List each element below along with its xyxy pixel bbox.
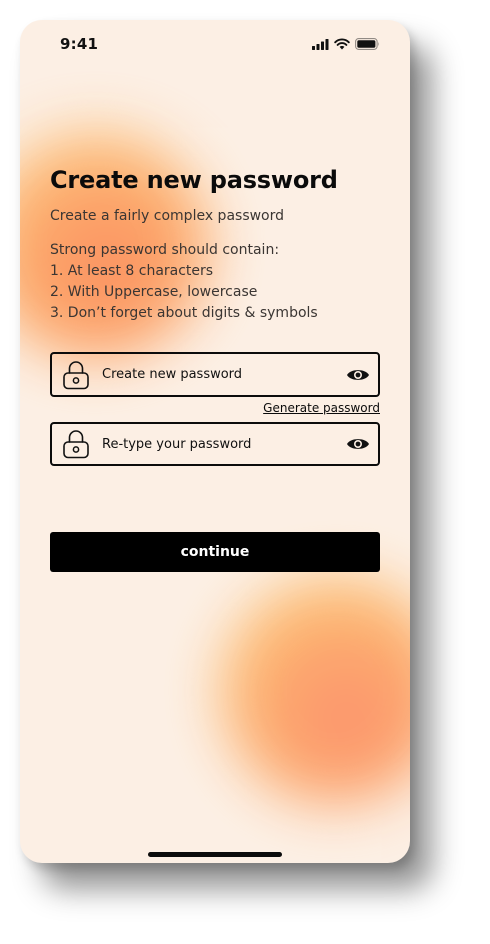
rule-item: 2. With Uppercase, lowercase [50, 284, 258, 300]
rule-item: 3. Don’t forget about digits & symbols [50, 305, 318, 321]
retype-password-field[interactable] [50, 422, 380, 466]
generate-password-link[interactable]: Generate password [263, 401, 380, 415]
new-password-field[interactable] [50, 352, 380, 397]
new-password-input[interactable] [102, 362, 346, 387]
status-time: 9:41 [60, 35, 99, 53]
page-title: Create new password [50, 166, 338, 194]
phone-screen: 9:41 Create new password Create a fairly… [20, 20, 410, 863]
rules-heading: Strong password should contain: [50, 242, 280, 258]
rule-item: 1. At least 8 characters [50, 263, 214, 279]
gradient-blob-bottom [220, 575, 410, 805]
cellular-signal-icon [312, 38, 329, 50]
continue-button[interactable]: continue [50, 532, 380, 572]
battery-icon [355, 38, 379, 50]
wifi-icon [334, 38, 350, 50]
status-icons [312, 38, 380, 50]
home-indicator[interactable] [148, 852, 282, 857]
eye-icon[interactable] [346, 436, 370, 452]
status-bar: 9:41 [20, 20, 410, 70]
lock-icon [63, 430, 89, 459]
eye-icon[interactable] [346, 367, 370, 383]
password-rules: Strong password should contain: 1. At le… [50, 240, 318, 324]
lock-icon [63, 360, 89, 389]
retype-password-input[interactable] [102, 432, 346, 456]
page-subtitle: Create a fairly complex password [50, 208, 285, 224]
